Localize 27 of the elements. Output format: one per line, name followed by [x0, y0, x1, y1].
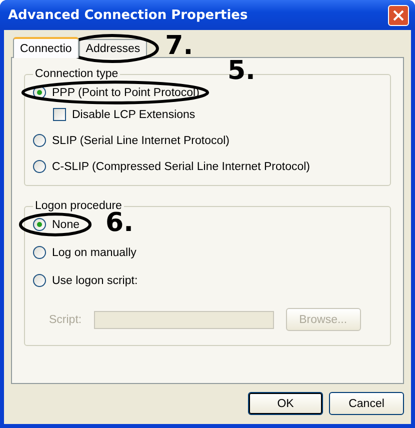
close-button[interactable] [388, 4, 409, 26]
dialog-button[interactable]: OK [248, 392, 323, 415]
radio-button[interactable] [33, 274, 46, 287]
radio-label: C-SLIP (Compressed Serial Line Internet Protocol) [52, 160, 310, 172]
radio-button[interactable] [33, 160, 46, 173]
annotation-number: 6. [106, 210, 134, 236]
tab[interactable]: Addresses [78, 39, 148, 58]
radio-button[interactable] [33, 218, 46, 231]
radio-button[interactable] [33, 246, 46, 259]
checkbox[interactable] [53, 108, 66, 121]
script-label: Script: [49, 314, 82, 326]
radio-label: PPP (Point to Point Protocol) [52, 86, 200, 98]
radio-label: SLIP (Serial Line Internet Protocol) [52, 134, 230, 146]
window-title: Advanced Connection Properties [8, 8, 248, 22]
checkbox-label: Disable LCP Extensions [72, 108, 196, 120]
dialog-button[interactable]: Cancel [329, 392, 404, 415]
annotation-number: 5. [227, 58, 256, 84]
radio-label: Log on manually [52, 246, 136, 258]
radio-button[interactable] [33, 134, 46, 147]
tab[interactable]: Connectio [13, 37, 79, 58]
group-title: Logon procedure [34, 200, 122, 212]
radio-label: Use logon script: [52, 274, 138, 286]
annotation-number: 7. [165, 33, 194, 59]
radio-label: None [52, 218, 80, 230]
script-field[interactable] [94, 310, 274, 328]
close-icon [393, 10, 404, 20]
group-title: Connection type [34, 68, 120, 80]
